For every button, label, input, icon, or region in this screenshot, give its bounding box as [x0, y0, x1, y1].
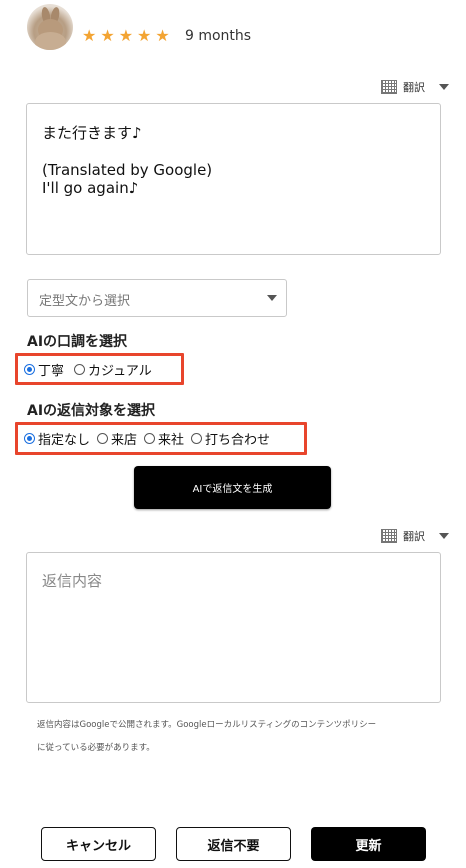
reply-placeholder: 返信内容	[42, 572, 103, 590]
policy-note-line: に従っている必要があります。	[37, 743, 155, 753]
tone-option-casual[interactable]: カジュアル	[74, 360, 152, 379]
radio-icon[interactable]	[97, 433, 109, 444]
policy-note-line: 返信内容はGoogleで公開されます。Googleローカルリスティングのコンテン…	[37, 720, 377, 730]
radio-icon[interactable]	[144, 433, 156, 444]
target-option-label: 指定なし	[38, 433, 91, 448]
tone-heading: AIの口調を選択	[27, 334, 128, 350]
radio-icon[interactable]	[191, 433, 203, 444]
template-select-placeholder: 定型文から選択	[39, 294, 131, 309]
chevron-down-icon	[267, 295, 277, 301]
target-option-label: 来社	[158, 433, 185, 448]
target-option-label: 打ち合わせ	[205, 433, 271, 448]
radio-selected-icon[interactable]	[24, 433, 35, 444]
review-text-line: また行きます♪	[42, 124, 142, 142]
generate-reply-button[interactable]: AIで返信文を生成	[134, 466, 331, 509]
target-option-office[interactable]: 来社	[144, 429, 184, 448]
target-option-label: 来店	[111, 433, 138, 448]
chevron-down-icon	[439, 533, 449, 539]
translate-toggle-reply[interactable]: 翻訳	[381, 528, 449, 544]
review-age: 9 months	[185, 28, 252, 44]
review-text-line: (Translated by Google)	[42, 161, 213, 179]
target-option-visit[interactable]: 来店	[97, 429, 137, 448]
chevron-down-icon	[439, 84, 449, 90]
tone-option-label: 丁寧	[38, 363, 65, 379]
tone-option-polite[interactable]: 丁寧	[24, 360, 64, 379]
radio-icon[interactable]	[74, 363, 86, 375]
translate-icon	[381, 80, 397, 94]
review-text-box: また行きます♪ (Translated by Google) I'll go a…	[26, 103, 441, 255]
translate-icon	[381, 529, 397, 543]
update-button[interactable]: 更新	[311, 827, 426, 861]
tone-options-group: 丁寧 カジュアル	[15, 353, 184, 385]
rating-stars: ★★★★★	[82, 26, 174, 45]
target-options-group: 指定なし 来店 来社 打ち合わせ	[15, 422, 307, 455]
translate-label: 翻訳	[403, 81, 425, 94]
no-reply-button[interactable]: 返信不要	[176, 827, 291, 861]
reply-textarea[interactable]: 返信内容	[26, 552, 441, 703]
target-heading: AIの返信対象を選択	[27, 403, 156, 419]
cancel-button[interactable]: キャンセル	[41, 827, 156, 861]
reviewer-avatar	[27, 4, 73, 50]
target-option-none[interactable]: 指定なし	[24, 429, 90, 448]
tone-option-label: カジュアル	[88, 363, 152, 379]
translate-label: 翻訳	[403, 530, 425, 543]
translate-toggle-review[interactable]: 翻訳	[381, 79, 449, 95]
review-text-line: I'll go again♪	[42, 179, 139, 197]
target-option-meeting[interactable]: 打ち合わせ	[191, 429, 270, 448]
template-select[interactable]: 定型文から選択	[27, 279, 287, 317]
radio-selected-icon[interactable]	[24, 363, 35, 375]
